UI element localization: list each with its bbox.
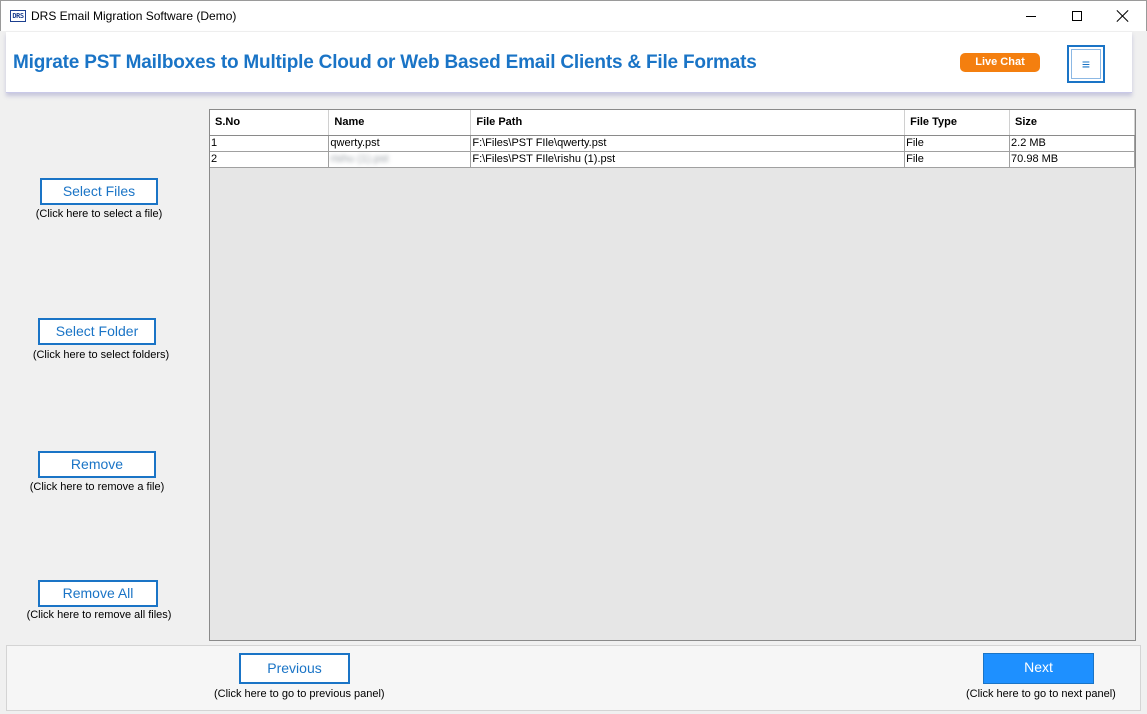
select-files-button[interactable]: Select Files	[40, 178, 158, 205]
cell-name: qwerty.pst	[328, 135, 472, 152]
minimize-icon	[1026, 15, 1036, 17]
menu-button[interactable]: ≡	[1067, 45, 1105, 83]
column-header-file-type[interactable]: File Type	[904, 110, 1011, 136]
select-folder-button[interactable]: Select Folder	[38, 318, 156, 345]
banner-title: Migrate PST Mailboxes to Multiple Cloud …	[13, 52, 757, 73]
select-files-hint: (Click here to select a file)	[35, 208, 163, 220]
window-title: DRS Email Migration Software (Demo)	[31, 9, 237, 23]
header-banner: Migrate PST Mailboxes to Multiple Cloud …	[6, 32, 1132, 93]
file-grid[interactable]: S.No Name File Path File Type Size 1 qwe…	[209, 109, 1136, 641]
app-logo-icon: DRS	[10, 10, 26, 22]
column-header-sno[interactable]: S.No	[210, 110, 330, 136]
select-folder-hint: (Click here to select folders)	[32, 349, 170, 361]
title-bar: DRS DRS Email Migration Software (Demo)	[0, 0, 1147, 31]
column-header-name[interactable]: Name	[328, 110, 472, 136]
maximize-button[interactable]	[1054, 1, 1100, 31]
column-header-file-path[interactable]: File Path	[470, 110, 906, 136]
table-header-row: S.No Name File Path File Type Size	[210, 110, 1135, 136]
cell-size: 2.2 MB	[1009, 135, 1135, 152]
minimize-button[interactable]	[1008, 1, 1054, 31]
remove-all-hint: (Click here to remove all files)	[26, 609, 172, 621]
remove-hint: (Click here to remove a file)	[29, 481, 165, 493]
cell-size: 70.98 MB	[1009, 151, 1135, 168]
cell-file-type: File	[904, 151, 1011, 168]
table-row[interactable]: 2 rishu (1).pst F:\Files\PST FIle\rishu …	[210, 151, 1135, 168]
next-hint: (Click here to go to next panel)	[966, 688, 1116, 700]
next-button[interactable]: Next	[983, 653, 1094, 684]
footer-panel: Previous (Click here to go to previous p…	[6, 645, 1141, 711]
remove-button[interactable]: Remove	[38, 451, 156, 478]
previous-hint: (Click here to go to previous panel)	[214, 688, 385, 700]
remove-all-button[interactable]: Remove All	[38, 580, 158, 607]
blurred-file-name: rishu (1).pst	[330, 153, 389, 165]
maximize-icon	[1072, 11, 1082, 21]
file-table: S.No Name File Path File Type Size 1 qwe…	[210, 110, 1135, 168]
close-button[interactable]	[1100, 1, 1146, 31]
cell-file-path: F:\Files\PST FIle\rishu (1).pst	[470, 151, 906, 168]
column-header-size[interactable]: Size	[1009, 110, 1135, 136]
close-icon	[1117, 10, 1129, 22]
hamburger-menu-icon: ≡	[1071, 49, 1101, 79]
cell-sno: 1	[210, 135, 330, 152]
live-chat-button[interactable]: Live Chat	[960, 53, 1040, 72]
cell-sno: 2	[210, 151, 330, 168]
cell-name: rishu (1).pst	[328, 151, 472, 168]
cell-file-type: File	[904, 135, 1011, 152]
cell-file-path: F:\Files\PST FIle\qwerty.pst	[470, 135, 906, 152]
previous-button[interactable]: Previous	[239, 653, 350, 684]
table-row[interactable]: 1 qwerty.pst F:\Files\PST FIle\qwerty.ps…	[210, 135, 1135, 152]
